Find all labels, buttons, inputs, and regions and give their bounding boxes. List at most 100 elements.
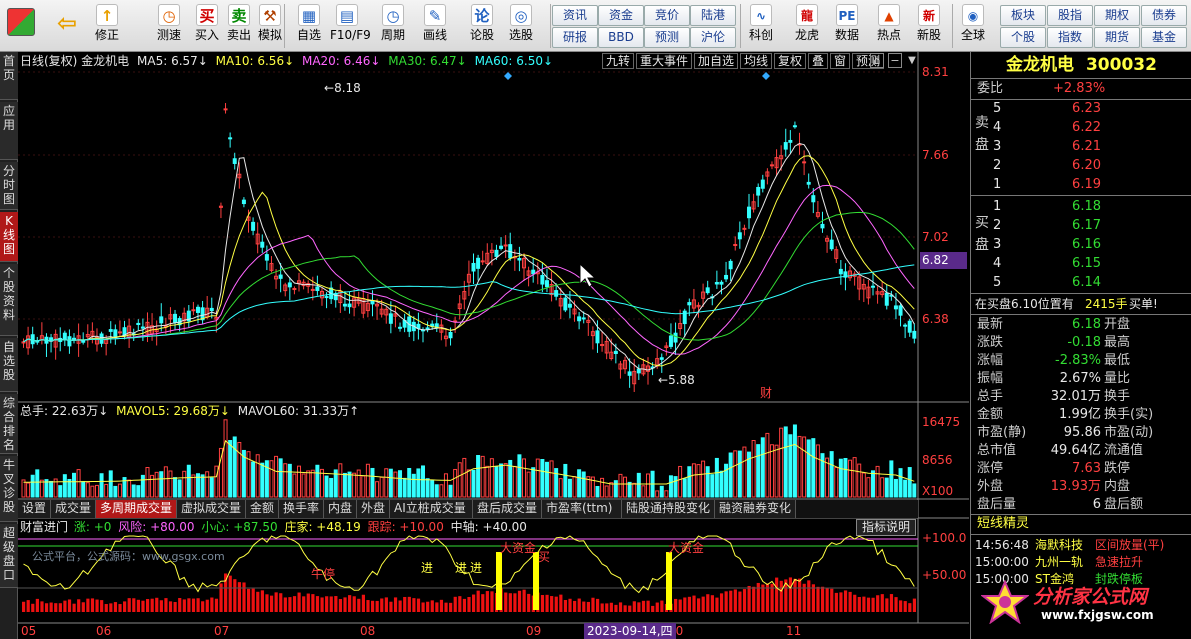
chart-top-button-2[interactable]: 加自选	[694, 53, 739, 69]
volume-bar	[604, 485, 609, 498]
toolbar-button2-5[interactable]: ◉ 全球	[956, 2, 990, 50]
toolbar-button-9[interactable]: 论 论股	[465, 2, 499, 50]
toolbar-link-row1-3[interactable]: 陆港	[690, 5, 736, 26]
buy-side-label: 买盘	[975, 215, 989, 253]
toolbar-link-row4-3[interactable]: 基金	[1141, 27, 1187, 48]
buy-level-row[interactable]: 4 6.15	[971, 255, 1191, 273]
indicator-tab-12[interactable]: 融资融券变化	[715, 500, 796, 518]
leftnav-item-6[interactable]: 综合排名	[0, 394, 18, 454]
indicator-tab-3[interactable]: 虚拟成交量	[177, 500, 246, 518]
sell-level-row[interactable]: 1 6.19	[971, 176, 1191, 194]
chart-top-button-3[interactable]: 均线	[740, 53, 773, 69]
news-item[interactable]: 14:56:48 海默科技 区间放量(平)	[971, 536, 1191, 554]
buy-level-row[interactable]: 5 6.14	[971, 274, 1191, 292]
indicator-tab-0[interactable]: 设置	[18, 500, 51, 518]
event-marker[interactable]: 财	[760, 385, 772, 401]
toolbar-link-row3-2[interactable]: 期权	[1094, 5, 1140, 26]
chart-top-button-4[interactable]: 复权	[774, 53, 807, 69]
price-tick-3: 7.02	[922, 230, 949, 244]
chart-top-button-6[interactable]: 窗	[830, 53, 851, 69]
indicator-tab-2[interactable]: 多周期成交量	[96, 500, 177, 518]
toolbar-button2-3[interactable]: ▲ 热点	[872, 2, 906, 50]
leftnav-item-2[interactable]: 分时图	[0, 162, 18, 210]
toolbar-link-row1-1[interactable]: 资金	[598, 5, 644, 26]
toolbar-link-row2-0[interactable]: 研报	[552, 27, 598, 48]
indicator-tab-8[interactable]: AI立桩成交量	[390, 500, 473, 518]
news-title[interactable]: 短线精灵	[977, 515, 1029, 533]
toolbar-button-2[interactable]: 买 买入	[190, 2, 224, 50]
buy-level-row[interactable]: 3 6.16	[971, 236, 1191, 254]
toolbar-button-5[interactable]: ▦ 自选	[292, 2, 326, 50]
sell-level-row[interactable]: 4 6.22	[971, 119, 1191, 137]
toolbar-button-0[interactable]: ↑ 修正	[90, 2, 124, 50]
toolbar-button-4[interactable]: ⚒ 模拟	[253, 2, 287, 50]
toolbar-link-row4-1[interactable]: 指数	[1047, 27, 1093, 48]
chevron-down-icon[interactable]: ▼	[906, 53, 918, 68]
toolbar-link-row4-2[interactable]: 期货	[1094, 27, 1140, 48]
indicator-tab-1[interactable]: 成交量	[51, 500, 96, 518]
toolbar-link-row2-2[interactable]: 预测	[644, 27, 690, 48]
toolbar-button-3[interactable]: 卖 卖出	[222, 2, 256, 50]
toolbar-button-7[interactable]: ◷ 周期	[376, 2, 410, 50]
news-time: 14:56:48	[975, 538, 1029, 552]
toolbar-link-row1-0[interactable]: 资讯	[552, 5, 598, 26]
toolbar-link-row3-3[interactable]: 债券	[1141, 5, 1187, 26]
candle-body	[287, 282, 292, 288]
chart-top-button-1[interactable]: 重大事件	[636, 53, 693, 69]
toolbar-link-row3-0[interactable]: 板块	[1000, 5, 1046, 26]
news-item[interactable]: 15:00:00 九州一轨 急速拉升	[971, 553, 1191, 571]
toolbar-link-row2-3[interactable]: 沪伦	[690, 27, 736, 48]
kline-chart-area[interactable]: 日线(复权) 金龙机电 MA5: 6.57↓ MA10: 6.56↓ MA20:…	[18, 52, 969, 639]
toolbar-button2-4[interactable]: 新 新股	[912, 2, 946, 50]
leftnav-item-7[interactable]: 牛叉诊股	[0, 456, 18, 522]
indicator-tab-11[interactable]: 陆股通持股变化	[622, 500, 715, 518]
leftnav-item-0[interactable]: 首页	[0, 52, 18, 100]
toolbar-button2-1[interactable]: 龍 龙虎	[790, 2, 824, 50]
leftnav-item-4[interactable]: 个股资料	[0, 264, 18, 336]
sell-level-row[interactable]: 3 6.21	[971, 138, 1191, 156]
indicator-tab-6[interactable]: 内盘	[324, 500, 357, 518]
toolbar-button-10[interactable]: ◎ 选股	[504, 2, 538, 50]
quote-value: 6	[1092, 497, 1101, 512]
indicator-bar	[540, 595, 545, 612]
toolbar-link-row2-1[interactable]: BBD	[598, 27, 644, 48]
indicator-explain-button[interactable]: 指标说明	[856, 519, 916, 536]
minus-icon[interactable]: −	[888, 53, 902, 68]
toolbar-button-1[interactable]: ◷ 测速	[152, 2, 186, 50]
quote-row: 涨跌 -0.18 最高	[971, 334, 1191, 352]
indicator-bar	[214, 598, 219, 612]
indicator-tab-5[interactable]: 换手率	[279, 500, 324, 518]
toolbar-link-row3-1[interactable]: 股指	[1047, 5, 1093, 26]
back-arrow-icon[interactable]: ⇦	[52, 2, 82, 50]
toolbar-button2-2[interactable]: PE 数据	[830, 2, 864, 50]
leftnav-item-5[interactable]: 自选股	[0, 338, 18, 392]
indicator-tab-4[interactable]: 金额	[246, 500, 279, 518]
indicator-tab-7[interactable]: 外盘	[357, 500, 390, 518]
buy-level-row[interactable]: 2 6.17	[971, 217, 1191, 235]
buy-level-row[interactable]: 1 6.18	[971, 198, 1191, 216]
toolbar-button-8[interactable]: ✎ 画线	[418, 2, 452, 50]
chart-top-button-5[interactable]: 叠	[808, 53, 829, 69]
buy-price: 6.15	[1072, 256, 1101, 271]
quote-row: 涨幅 -2.83% 最低	[971, 352, 1191, 370]
toolbar-link-row1-2[interactable]: 竞价	[644, 5, 690, 26]
app-logo-icon[interactable]	[6, 2, 36, 50]
ind-name-label: 财富进门	[20, 520, 69, 534]
indicator-tab-9[interactable]: 盘后成交量	[473, 500, 542, 518]
date-tick-4: 09	[526, 624, 542, 638]
leftnav-item-3[interactable]: K线图	[0, 212, 18, 262]
toolbar-link-row4-0[interactable]: 个股	[1000, 27, 1046, 48]
ma30-label: MA30: 6.47↓	[388, 54, 467, 68]
volume-bar	[645, 473, 650, 498]
chart-top-button-0[interactable]: 九转	[602, 53, 635, 69]
leftnav-item-1[interactable]: 应用	[0, 102, 18, 160]
toolbar-button2-0[interactable]: ∿ 科创	[744, 2, 778, 50]
toolbar-button-6[interactable]: ▤ F10/F9	[330, 2, 371, 50]
sell-level-row[interactable]: 5 6.23	[971, 100, 1191, 118]
sell-level-row[interactable]: 2 6.20	[971, 157, 1191, 175]
indicator-bar	[421, 602, 425, 612]
lock-icon[interactable]: ⌂	[870, 53, 884, 68]
candle-body	[907, 320, 912, 333]
indicator-tab-10[interactable]: 市盈率(ttm)	[542, 500, 622, 518]
leftnav-item-8[interactable]: 超级盘口	[0, 524, 18, 588]
